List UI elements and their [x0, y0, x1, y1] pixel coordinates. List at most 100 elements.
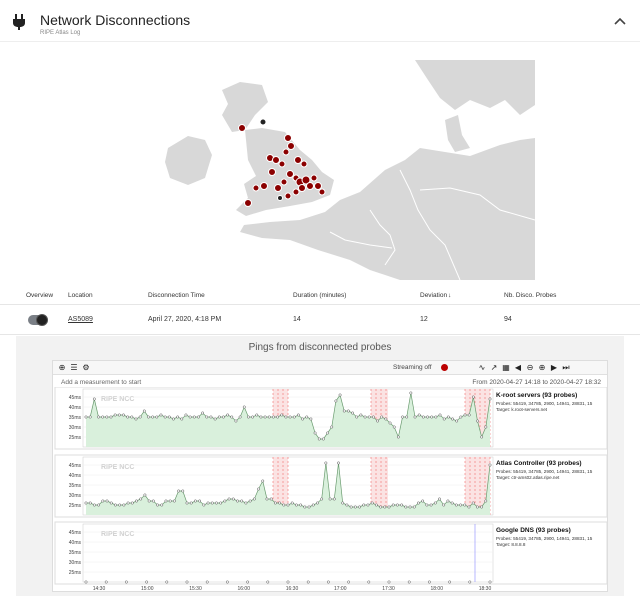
data-point[interactable] — [142, 409, 146, 413]
filter-icon[interactable]: ⚙ — [81, 363, 91, 373]
data-point[interactable] — [151, 499, 155, 503]
chevron-up-icon[interactable] — [614, 16, 626, 26]
data-point[interactable] — [259, 415, 263, 419]
data-point[interactable] — [246, 580, 250, 584]
data-point[interactable] — [305, 415, 309, 419]
data-point[interactable] — [265, 497, 269, 501]
data-point[interactable] — [459, 503, 462, 507]
data-point[interactable] — [205, 580, 209, 584]
data-point[interactable] — [185, 501, 189, 505]
data-point[interactable] — [84, 580, 88, 584]
data-point[interactable] — [376, 419, 379, 423]
data-point[interactable] — [345, 503, 349, 507]
sort-arrow-icon[interactable]: ↓ — [448, 292, 451, 299]
data-point[interactable] — [226, 413, 230, 417]
data-point[interactable] — [374, 503, 378, 507]
data-point[interactable] — [417, 501, 420, 505]
data-point[interactable] — [332, 497, 336, 501]
probe-marker[interactable] — [278, 160, 286, 168]
data-point[interactable] — [380, 415, 384, 419]
data-point[interactable] — [434, 415, 438, 419]
probe-marker[interactable] — [306, 182, 314, 190]
probe-marker[interactable] — [252, 184, 260, 192]
data-point[interactable] — [438, 497, 441, 501]
data-point[interactable] — [475, 505, 479, 509]
data-point[interactable] — [240, 499, 244, 503]
probe-marker[interactable] — [280, 178, 288, 186]
data-point[interactable] — [156, 503, 159, 507]
data-point[interactable] — [176, 415, 180, 419]
data-point[interactable] — [159, 413, 163, 417]
data-point[interactable] — [387, 505, 391, 509]
data-point[interactable] — [294, 503, 298, 507]
zoom-in-icon[interactable]: ⊕ — [537, 363, 547, 373]
data-point[interactable] — [417, 413, 421, 417]
data-point[interactable] — [330, 425, 334, 429]
data-point[interactable] — [442, 417, 446, 421]
data-point[interactable] — [184, 413, 188, 417]
data-point[interactable] — [454, 503, 458, 507]
add-icon[interactable]: ⊕ — [57, 363, 67, 373]
data-point[interactable] — [164, 499, 168, 503]
probe-marker[interactable] — [284, 192, 292, 200]
data-point[interactable] — [284, 415, 288, 419]
data-point[interactable] — [84, 501, 88, 505]
data-point[interactable] — [303, 505, 307, 509]
data-point[interactable] — [296, 413, 300, 417]
data-point[interactable] — [421, 415, 425, 419]
data-point[interactable] — [117, 413, 121, 417]
data-point[interactable] — [88, 415, 92, 419]
data-point[interactable] — [363, 415, 367, 419]
data-point[interactable] — [396, 435, 400, 439]
data-point[interactable] — [185, 580, 189, 584]
data-point[interactable] — [168, 499, 172, 503]
step-back-icon[interactable]: ◀ — [513, 363, 523, 373]
data-point[interactable] — [177, 489, 181, 493]
col-location[interactable]: Location — [68, 292, 93, 299]
data-point[interactable] — [326, 580, 330, 584]
data-point[interactable] — [192, 415, 196, 419]
step-forward-icon[interactable]: ▶ — [549, 363, 559, 373]
data-point[interactable] — [349, 505, 353, 509]
data-point[interactable] — [105, 415, 109, 419]
data-point[interactable] — [388, 421, 392, 425]
data-point[interactable] — [209, 415, 213, 419]
data-point[interactable] — [326, 431, 330, 435]
probe-marker[interactable] — [238, 124, 246, 132]
data-point[interactable] — [433, 501, 437, 505]
location-link[interactable]: AS5089 — [68, 316, 93, 323]
data-point[interactable] — [122, 413, 125, 417]
data-point[interactable] — [488, 463, 492, 467]
data-point[interactable] — [210, 501, 214, 505]
data-point[interactable] — [409, 391, 413, 395]
data-point[interactable] — [230, 415, 234, 419]
data-point[interactable] — [151, 415, 155, 419]
table-row[interactable]: AS5089 April 27, 2020, 4:18 PM 14 12 94 — [0, 305, 640, 335]
col-deviation[interactable]: Deviation — [420, 292, 447, 299]
data-point[interactable] — [306, 580, 310, 584]
calendar-icon[interactable]: ▦ — [501, 363, 511, 373]
data-point[interactable] — [455, 419, 459, 423]
data-point[interactable] — [236, 499, 239, 503]
data-point[interactable] — [193, 499, 197, 503]
data-point[interactable] — [197, 415, 200, 419]
data-point[interactable] — [334, 399, 338, 403]
data-point[interactable] — [401, 415, 404, 419]
skip-end-icon[interactable]: ⏭ — [561, 363, 571, 373]
data-point[interactable] — [471, 501, 475, 505]
data-point[interactable] — [488, 580, 492, 584]
data-point[interactable] — [221, 415, 225, 419]
data-point[interactable] — [488, 397, 492, 401]
data-point[interactable] — [404, 505, 408, 509]
data-point[interactable] — [251, 415, 255, 419]
data-point[interactable] — [392, 425, 396, 429]
data-point[interactable] — [104, 580, 108, 584]
probe-marker[interactable] — [259, 118, 267, 126]
data-point[interactable] — [261, 479, 265, 483]
data-point[interactable] — [286, 580, 290, 584]
probe-marker[interactable] — [287, 142, 295, 150]
list-icon[interactable]: ☰ — [69, 363, 79, 373]
data-point[interactable] — [438, 413, 442, 417]
col-probes[interactable]: Nb. Disco. Probes — [504, 292, 556, 299]
data-point[interactable] — [446, 415, 450, 419]
